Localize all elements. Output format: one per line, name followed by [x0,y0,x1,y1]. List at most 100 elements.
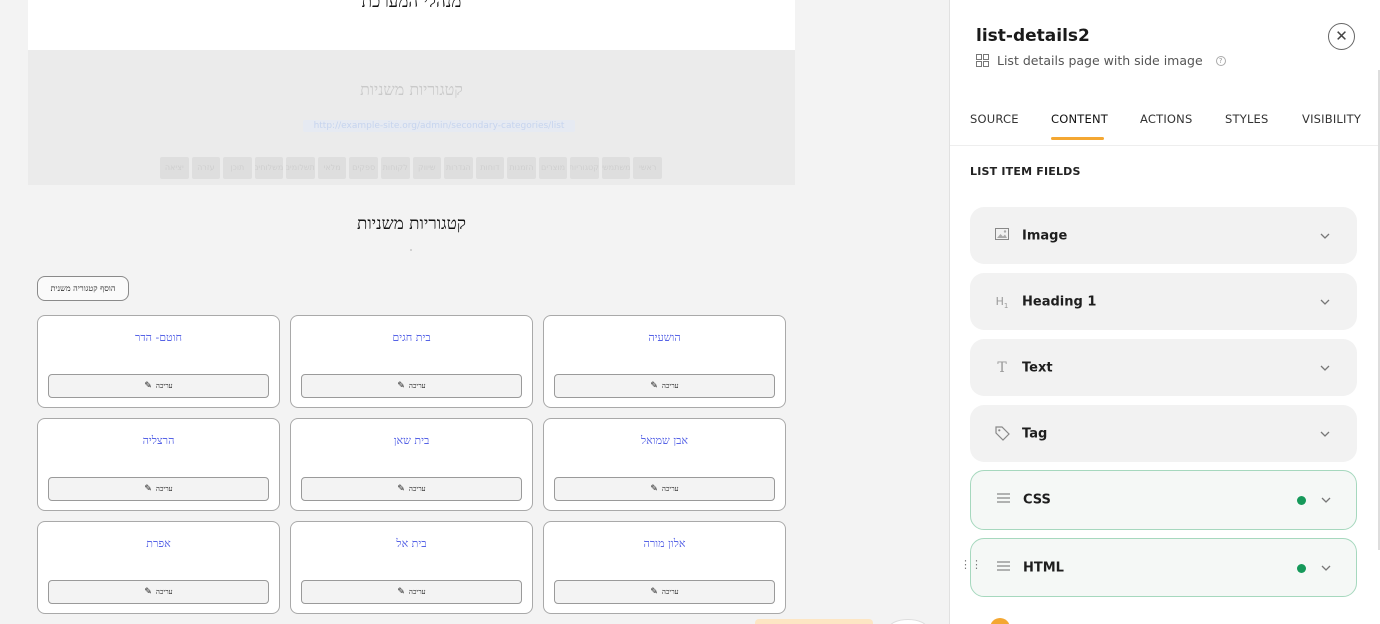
category-card: אלון מורה עריכה✎ [543,521,786,614]
hero-nav-tab[interactable]: ראשי [633,157,662,179]
text-icon: T [997,359,1007,376]
grid-layout-icon [976,54,989,67]
category-card: הושעיה עריכה✎ [543,315,786,408]
floating-orange-element[interactable] [755,619,873,624]
hero-nav-tab[interactable]: לקוחות [380,157,410,179]
category-name[interactable]: הרצליה [38,434,279,447]
pencil-icon: ✎ [650,381,658,391]
field-text[interactable]: T Text [970,339,1357,396]
tab-actions[interactable]: ACTIONS [1140,112,1192,126]
hero-nav-tab[interactable]: קטגוריות [570,157,599,179]
hero-nav-tab[interactable]: משלוחים [254,157,284,179]
close-button[interactable]: ✕ [1328,23,1355,50]
hero-nav-tab[interactable]: תוכן [223,157,252,179]
category-card: חוטם- הדר עריכה✎ [37,315,280,408]
edit-button[interactable]: עריכה✎ [301,374,522,398]
edit-button[interactable]: עריכה✎ [554,477,775,501]
category-name[interactable]: הושעיה [544,331,785,344]
panel-subtitle: List details page with side image ? [976,53,1226,68]
edit-label: עריכה [155,382,173,390]
edit-button[interactable]: עריכה✎ [48,580,269,604]
field-css[interactable]: CSS [970,470,1357,530]
category-card: בית אל עריכה✎ [290,521,533,614]
category-name[interactable]: אבן שמואל [544,434,785,447]
properties-panel: list-details2 List details page with sid… [949,0,1380,624]
hero-nav-tab[interactable]: תשלומים [286,157,315,179]
category-name[interactable]: אלון מורה [544,537,785,550]
edit-label: עריכה [155,588,173,596]
drag-handle-icon[interactable]: ⋮⋮ [960,559,982,570]
hero-nav-tab[interactable]: מלאי [317,157,347,179]
chevron-down-icon [1321,565,1331,571]
field-label: Image [1022,228,1068,243]
pencil-icon: ✎ [144,484,152,494]
hero-nav-tab[interactable]: יציאה [160,157,189,179]
divider-dot [410,249,412,251]
hero-nav-tab[interactable]: דוחות [475,157,505,179]
floating-circle-button[interactable] [888,619,928,624]
hero-nav-tab[interactable]: הזמנות [507,157,536,179]
hero-link[interactable]: http://example-site.org/admin/secondary-… [303,120,575,132]
field-label: Tag [1022,426,1048,441]
edit-label: עריכה [155,485,173,493]
edit-button[interactable]: עריכה✎ [554,580,775,604]
active-tab-indicator [1051,137,1104,140]
field-label: HTML [1023,560,1064,575]
pencil-icon: ✎ [397,381,405,391]
edit-button[interactable]: עריכה✎ [301,580,522,604]
edit-label: עריכה [408,485,426,493]
hero-title: קטגוריות משניות [360,80,463,99]
tab-visibility[interactable]: VISIBILITY [1302,112,1361,126]
category-name[interactable]: בית אל [291,537,532,550]
edit-button[interactable]: עריכה✎ [301,477,522,501]
pencil-icon: ✎ [650,587,658,597]
image-icon [994,227,1010,244]
chevron-down-icon [1320,233,1330,239]
category-name[interactable]: אפרת [38,537,279,550]
chevron-down-icon [1320,431,1330,437]
pencil-icon: ✎ [397,587,405,597]
category-grid: הושעיה עריכה✎ בית חגים עריכה✎ חוטם- הדר … [37,315,786,614]
category-card: אפרת עריכה✎ [37,521,280,614]
configured-indicator [1297,563,1306,573]
tab-styles[interactable]: STYLES [1225,112,1269,126]
field-heading[interactable]: H1 Heading 1 [970,273,1357,330]
help-icon[interactable]: ? [1215,55,1226,66]
add-category-button[interactable]: הוסף קטגוריה משנית [37,276,129,301]
field-tag[interactable]: Tag [970,405,1357,462]
hero-nav-tab[interactable]: מוצרים [538,157,568,179]
edit-label: עריכה [408,588,426,596]
field-image[interactable]: Image [970,207,1357,264]
hero-nav-tab[interactable]: עזרה [191,157,221,179]
edit-label: עריכה [661,588,679,596]
field-html[interactable]: HTML [970,538,1357,597]
panel-tabs: SOURCE CONTENT ACTIONS STYLES VISIBILITY [950,110,1380,146]
category-name[interactable]: בית חגים [291,331,532,344]
list-item-fields-label: LIST ITEM FIELDS [970,165,1081,178]
edit-label: עריכה [408,382,426,390]
edit-button[interactable]: עריכה✎ [48,374,269,398]
add-field-button[interactable] [990,618,1010,624]
edit-button[interactable]: עריכה✎ [554,374,775,398]
pencil-icon: ✎ [397,484,405,494]
hero-nav-tab[interactable]: ספקים [349,157,378,179]
hero-nav-tab[interactable]: הגדרות [444,157,473,179]
hero-nav-tab[interactable]: שיווק [412,157,442,179]
tab-source[interactable]: SOURCE [970,112,1019,126]
category-card: אבן שמואל עריכה✎ [543,418,786,511]
hero-nav-tab[interactable]: משתמשים [601,157,631,179]
tab-content[interactable]: CONTENT [1051,112,1108,126]
top-header-strip: מנהלי המערכת [28,0,795,50]
pencil-icon: ✎ [650,484,658,494]
category-card: בית חגים עריכה✎ [290,315,533,408]
chevron-down-icon [1320,365,1330,371]
hero-nav-tabs: ראשי משתמשים קטגוריות מוצרים הזמנות דוחו… [160,157,662,179]
category-name[interactable]: בית שאן [291,434,532,447]
category-name[interactable]: חוטם- הדר [38,331,279,344]
configured-indicator [1297,496,1306,505]
chevron-down-icon [1321,497,1331,503]
field-label: Heading 1 [1022,294,1097,309]
edit-button[interactable]: עריכה✎ [48,477,269,501]
hero-section: קטגוריות משניות http://example-site.org/… [28,50,795,185]
page-top-title: מנהלי המערכת [361,0,462,12]
